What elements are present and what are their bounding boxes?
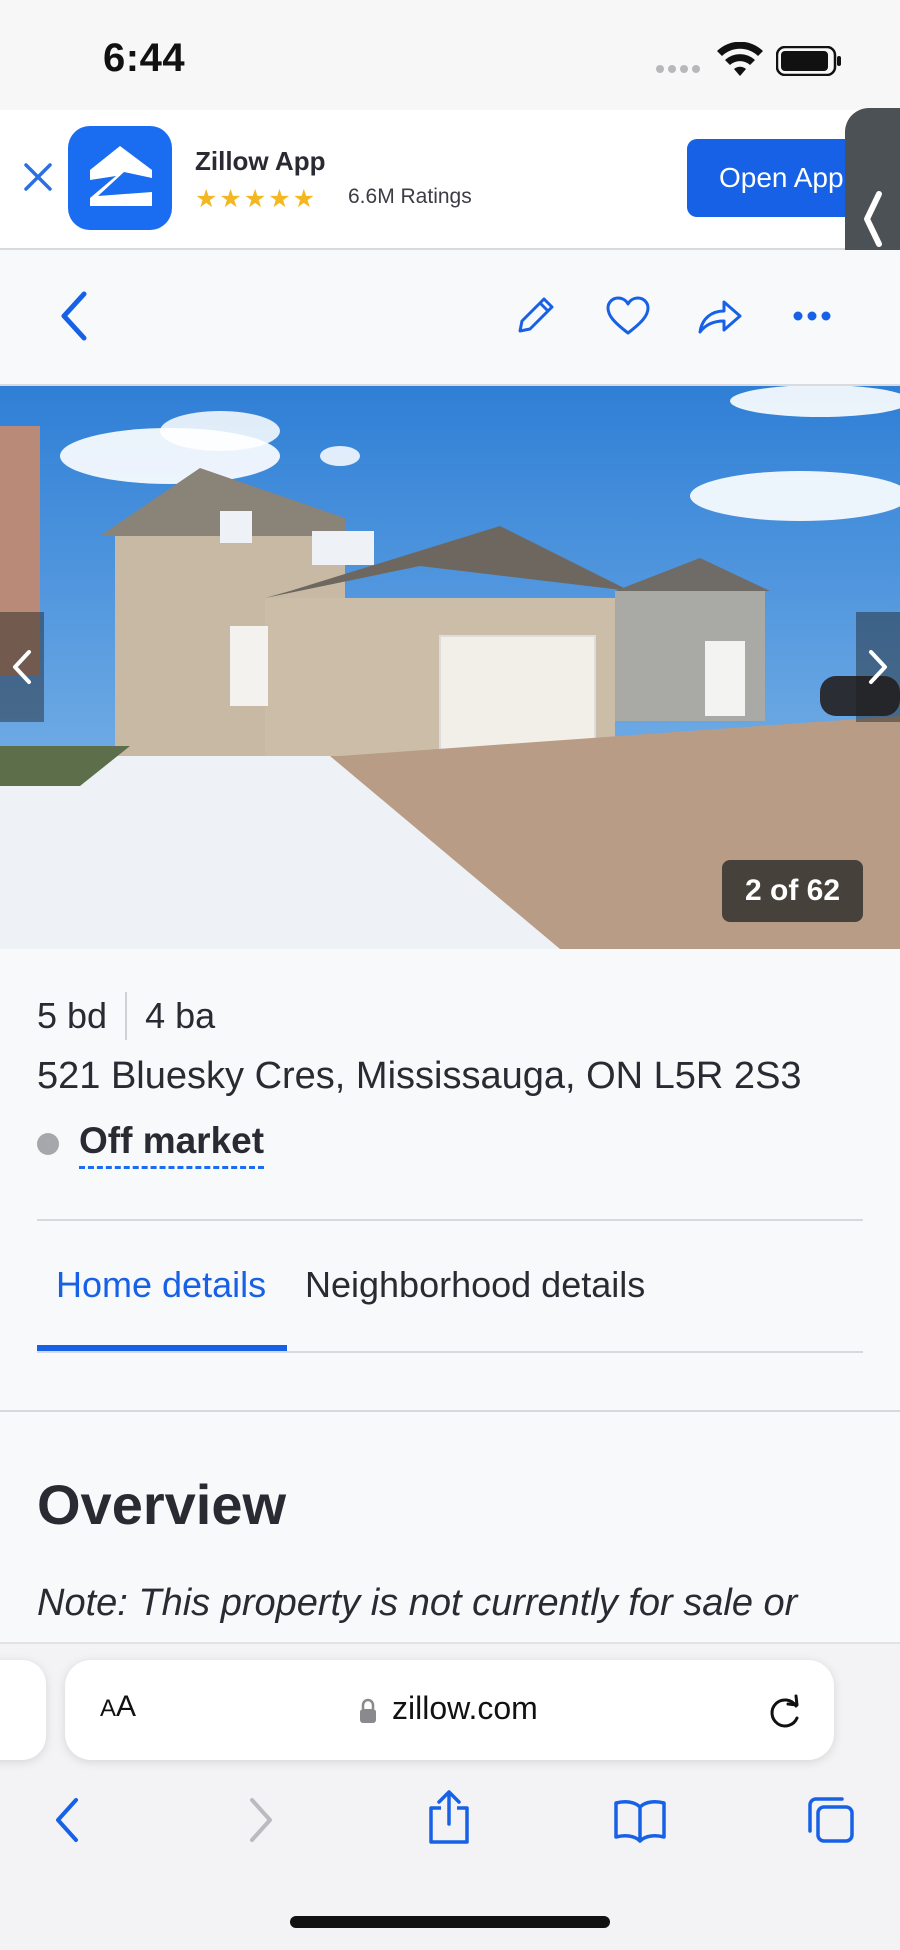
- rating-stars: ★★★★★: [195, 185, 318, 213]
- property-address: 521 Bluesky Cres, Mississauga, ON L5R 2S…: [37, 1055, 802, 1097]
- home-facts: 5 bd 4 ba: [37, 992, 215, 1040]
- previous-photo-button[interactable]: [0, 612, 44, 722]
- more-options-button[interactable]: [782, 286, 842, 346]
- status-dot: [37, 1133, 59, 1155]
- pencil-icon: [518, 297, 554, 333]
- tabs-button[interactable]: [795, 1785, 865, 1855]
- listing-status[interactable]: Off market: [79, 1120, 265, 1169]
- close-icon[interactable]: [18, 157, 58, 197]
- share-button[interactable]: [690, 286, 750, 346]
- overview-heading: Overview: [37, 1473, 287, 1536]
- chevron-right-icon: [250, 1798, 272, 1842]
- url-text[interactable]: zillow.com: [392, 1690, 538, 1727]
- browser-back-button[interactable]: [32, 1785, 102, 1855]
- previous-tab-card[interactable]: [0, 1660, 46, 1760]
- section-divider: [37, 1219, 863, 1221]
- cellular-signal-icon: [656, 65, 700, 73]
- facts-divider: [125, 992, 128, 1040]
- tab-neighborhood-details[interactable]: Neighborhood details: [305, 1264, 645, 1306]
- lock-icon: [360, 1698, 376, 1723]
- tab-home-details[interactable]: Home details: [56, 1264, 266, 1306]
- baths-count: 4 ba: [145, 995, 216, 1036]
- section-divider: [0, 1410, 900, 1412]
- ratings-count: 6.6M Ratings: [348, 185, 472, 208]
- share-arrow-icon: [698, 300, 742, 334]
- share-icon: [429, 1790, 469, 1844]
- next-photo-button[interactable]: [856, 612, 900, 722]
- photo-counter: 2 of 62: [722, 860, 863, 922]
- home-indicator: [290, 1916, 610, 1928]
- chevron-left-icon: [56, 1798, 78, 1842]
- back-button[interactable]: [44, 286, 104, 346]
- chevron-left-icon: [13, 650, 31, 684]
- beds-count: 5 bd: [37, 995, 108, 1036]
- zillow-app-icon: [68, 126, 172, 230]
- edit-button[interactable]: [505, 286, 565, 346]
- share-button[interactable]: [414, 1782, 484, 1852]
- battery-icon: [776, 46, 841, 76]
- more-dots-icon: [793, 311, 831, 321]
- save-home-button[interactable]: [598, 286, 658, 346]
- app-name: Zillow App: [195, 146, 326, 176]
- status-time: 6:44: [103, 36, 186, 80]
- chevron-right-icon: [869, 650, 887, 684]
- tabs-divider: [37, 1351, 863, 1353]
- browser-forward-button[interactable]: [226, 1785, 296, 1855]
- heart-icon: [606, 296, 650, 335]
- listing-toolbar: [0, 250, 900, 386]
- wifi-icon: [717, 42, 763, 76]
- book-icon: [614, 1800, 666, 1843]
- tabs-icon: [808, 1797, 854, 1843]
- overview-note: Note: This property is not currently for…: [37, 1582, 798, 1624]
- bookmarks-button[interactable]: [605, 1785, 675, 1855]
- chevron-left-icon: [61, 291, 87, 341]
- reload-icon[interactable]: [762, 1690, 806, 1734]
- text-size-button[interactable]: AA: [100, 1690, 136, 1724]
